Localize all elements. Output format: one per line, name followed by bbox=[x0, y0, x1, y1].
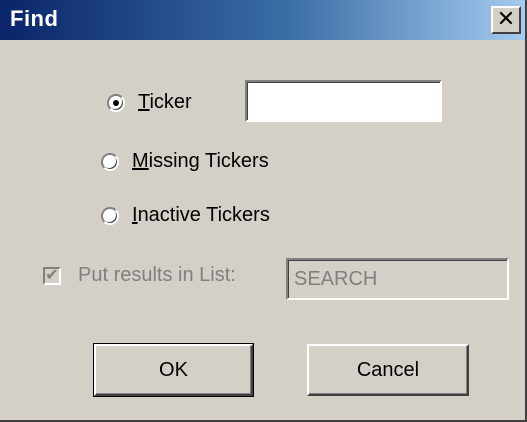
radio-inactive-tickers[interactable]: Inactive Tickers bbox=[101, 204, 270, 227]
radio-ticker-button[interactable] bbox=[107, 93, 125, 112]
radio-inactive-tickers-label: Inactive Tickers bbox=[132, 204, 270, 226]
radio-inactive-tickers-button[interactable] bbox=[101, 206, 119, 225]
radio-ticker-label: Ticker bbox=[138, 91, 192, 113]
find-dialog: Find ✕ Ticker Missing Tickers Inactive T… bbox=[0, 0, 527, 422]
dialog-title: Find bbox=[10, 6, 59, 31]
results-list-input[interactable] bbox=[286, 258, 509, 300]
radio-missing-tickers[interactable]: Missing Tickers bbox=[101, 150, 269, 173]
radio-missing-tickers-button[interactable] bbox=[101, 152, 119, 171]
ticker-input[interactable] bbox=[245, 80, 442, 122]
put-results-checkbox[interactable]: ✔ bbox=[43, 267, 61, 285]
cancel-button[interactable]: Cancel bbox=[307, 344, 469, 396]
radio-ticker[interactable]: Ticker bbox=[107, 91, 192, 114]
radio-missing-tickers-label: Missing Tickers bbox=[132, 150, 269, 172]
put-results-label: Put results in List: bbox=[78, 264, 236, 286]
close-button[interactable]: ✕ bbox=[491, 6, 521, 34]
ok-button[interactable]: OK bbox=[93, 343, 254, 397]
close-icon: ✕ bbox=[496, 6, 516, 31]
title-bar[interactable]: Find ✕ bbox=[0, 0, 525, 40]
